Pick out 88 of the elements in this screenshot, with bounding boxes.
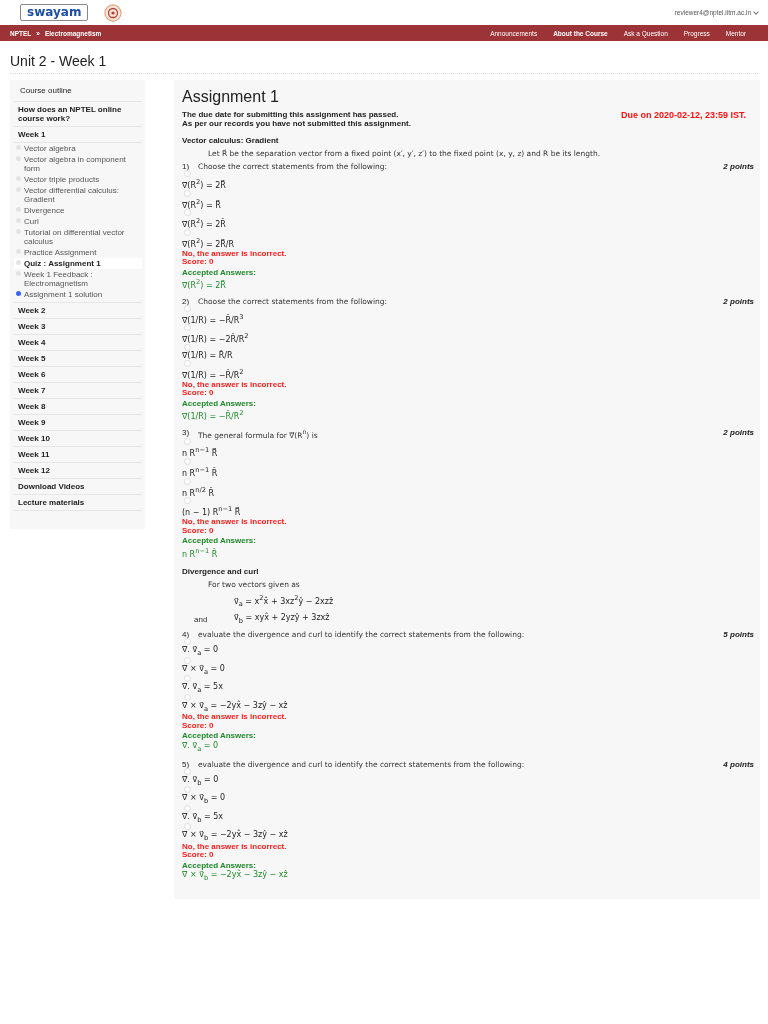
- equation-label: and: [194, 615, 209, 625]
- score-text: Score: 0: [182, 258, 215, 267]
- question-points: 5 points: [723, 630, 754, 640]
- lesson-link[interactable]: Week 1 Feedback : Electromagnetism: [14, 269, 142, 289]
- lesson-link[interactable]: Practice Assignment: [14, 247, 142, 258]
- lesson-link[interactable]: Vector algebra in component form: [14, 154, 142, 174]
- question-number: 3): [182, 427, 190, 439]
- sidebar-link[interactable]: Week 9: [14, 415, 142, 431]
- answer-option: ∇⃗(R$^{2}$) = R⃗: [182, 196, 754, 211]
- accepted-answer: ∇⃗ × v⃗$_{b}$ = −2yx̂ − 3zŷ − xẑ: [182, 870, 289, 883]
- lesson-link[interactable]: Curl: [14, 216, 142, 227]
- question-points: 2 points: [723, 162, 754, 171]
- question-points: 2 points: [723, 427, 754, 439]
- sidebar-link[interactable]: How does an NPTEL online course work?: [14, 102, 142, 127]
- accepted-label: Accepted Answers:: [182, 537, 257, 546]
- notice-text: The due date for submitting this assignment has passed.: [182, 110, 400, 119]
- answer-option: n R$^{n/2}$ R̂: [182, 484, 754, 499]
- answer-option: ∇⃗ × v⃗$_{b}$ = −2yx̂ − 3zŷ − xẑ: [182, 830, 754, 843]
- accepted-label: Accepted Answers:: [182, 861, 257, 870]
- score-text: Score: 0: [182, 389, 215, 398]
- answer-option: n R$^{n−1}$ R⃗: [182, 445, 754, 460]
- lesson-link[interactable]: Tutorial on differential vector calculus: [14, 227, 142, 247]
- sidebar-link[interactable]: Week 6: [14, 367, 142, 383]
- page-title: Unit 2 - Week 1: [10, 53, 758, 74]
- answer-option: ∇⃗(R$^{2}$) = 2R⃗: [182, 177, 754, 191]
- answer-option: ∇⃗(R$^{2}$) = 2R⃗/R: [182, 235, 754, 250]
- lesson-link[interactable]: Vector differential calculus: Gradient: [14, 185, 142, 205]
- sidebar-link[interactable]: Week 12: [14, 463, 142, 479]
- due-date: Due on 2020-02-12, 23:59 IST.: [620, 110, 747, 120]
- accepted-answer: ∇⃗(R$^{2}$) = 2R⃗: [182, 277, 227, 291]
- score-text: Score: 0: [182, 526, 215, 536]
- sidebar-link[interactable]: Week 7: [14, 383, 142, 399]
- feedback-text: No, the answer is incorrect.: [182, 842, 288, 851]
- answer-option: ∇⃗. v⃗$_{a}$ = 0: [182, 645, 754, 658]
- lesson-link[interactable]: Vector triple products: [14, 174, 142, 185]
- notice-text: As per our records you have not submitted this assignment.: [182, 119, 411, 128]
- accepted-label: Accepted Answers:: [182, 399, 257, 409]
- question-number: 5): [182, 759, 190, 769]
- answer-option: ∇⃗(1/R) = −2R̂/R$^{2}$: [182, 331, 754, 346]
- question-number: 4): [182, 630, 190, 640]
- accepted-answer: n R$^{n−1}$ R̂: [182, 545, 219, 560]
- answer-option: ∇⃗(1/R) = −R̂/R$^{2}$: [182, 367, 754, 381]
- lesson-link[interactable]: Divergence: [14, 205, 142, 216]
- answer-option: ∇⃗. v⃗$_{b}$ = 5x: [182, 811, 754, 825]
- answer-option: ∇⃗. v⃗$_{b}$ = 0: [182, 774, 754, 788]
- score-text: Score: 0: [182, 851, 215, 860]
- feedback-text: No, the answer is incorrect.: [182, 518, 288, 527]
- feedback-text: No, the answer is incorrect.: [182, 380, 288, 389]
- section-heading: Divergence and curl: [182, 567, 260, 577]
- equation: v⃗$_{b}$ = xyx̂ + 2yzŷ + 3zxẑ: [234, 613, 330, 627]
- lesson-link[interactable]: Assignment 1 solution: [14, 289, 142, 300]
- sidebar-link[interactable]: Week 8: [14, 399, 142, 415]
- sidebar-link[interactable]: Week 3: [14, 319, 142, 335]
- lesson-link[interactable]: Vector algebra: [14, 143, 142, 154]
- answer-option: ∇⃗ × v⃗$_{b}$ = 0: [182, 793, 754, 806]
- lesson-link[interactable]: Quiz : Assignment 1: [14, 258, 142, 269]
- answer-option: ∇⃗(R$^{2}$) = 2R̂: [182, 216, 754, 230]
- feedback-text: No, the answer is incorrect.: [182, 249, 288, 258]
- answer-option: ∇⃗(1/R) = −R̂/R$^{3}$: [182, 311, 754, 326]
- sidebar-link[interactable]: Week 1: [14, 127, 142, 143]
- sidebar-link[interactable]: Lecture materials: [14, 495, 142, 511]
- accepted-answer: ∇⃗(1/R) = −R̂/R$^{2}$: [182, 408, 245, 422]
- accepted-label: Accepted Answers:: [182, 732, 257, 741]
- sidebar-link[interactable]: Week 4: [14, 335, 142, 351]
- question-points: 4 points: [723, 759, 754, 769]
- sidebar-link[interactable]: Week 2: [14, 303, 142, 319]
- swayam-logo[interactable]: swayam: [20, 4, 89, 21]
- assignment-title: Assignment 1: [182, 88, 280, 106]
- answer-option: ∇⃗ × v⃗$_{a}$ = −2yx̂ − 3zŷ − xẑ: [182, 700, 754, 714]
- answer-option: ∇⃗. v⃗$_{a}$ = 5x: [182, 682, 754, 695]
- feedback-text: No, the answer is incorrect.: [182, 713, 288, 722]
- sidebar-link[interactable]: Week 10: [14, 431, 142, 447]
- answer-option: (n − 1) R$^{n−1}$ R⃗: [182, 504, 754, 519]
- accepted-answer: ∇⃗. v⃗$_{a}$ = 0: [182, 740, 220, 754]
- question-points: 2 points: [723, 296, 754, 306]
- sidebar-link[interactable]: Week 11: [14, 447, 142, 463]
- score-text: Score: 0: [182, 721, 215, 731]
- answer-option: n R$^{n−1}$ R̂: [182, 465, 754, 479]
- accepted-label: Accepted Answers:: [182, 268, 257, 278]
- answer-option: ∇⃗ × v⃗$_{a}$ = 0: [182, 663, 754, 677]
- equation: v⃗$_{a}$ = x$^{2}$x̂ + 3xz$^{2}$ŷ − 2xzẑ: [234, 593, 334, 610]
- sidebar-link[interactable]: Download Videos: [14, 479, 142, 495]
- section-heading: Vector calculus: Gradient: [182, 136, 280, 145]
- question-number: 1): [182, 162, 190, 171]
- question-number: 2): [182, 296, 190, 306]
- sidebar-link[interactable]: Week 5: [14, 351, 142, 367]
- answer-option: ∇⃗(1/R) = R̂/R: [182, 351, 754, 362]
- sidebar-title: Course outline: [14, 84, 142, 102]
